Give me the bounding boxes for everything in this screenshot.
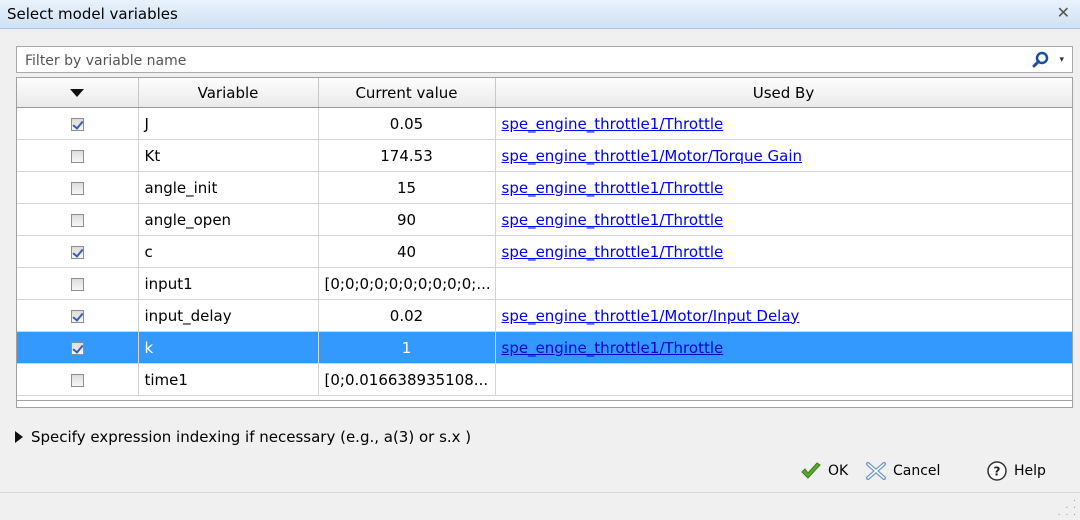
select-all-column-header[interactable] [17, 78, 139, 108]
sort-arrow-icon [70, 89, 85, 97]
filter-box: ▾ [16, 46, 1073, 73]
variable-cell[interactable]: angle_open [138, 203, 319, 236]
variable-cell[interactable]: k [138, 331, 319, 364]
used-by-cell: spe_engine_throttle1/Throttle [495, 331, 1072, 364]
row-checkbox-cell [17, 107, 139, 140]
used-by-link[interactable]: spe_engine_throttle1/Throttle [502, 243, 724, 261]
current-value-cell[interactable]: 1 [318, 331, 496, 364]
used-by-cell [495, 363, 1072, 396]
used-by-link[interactable]: spe_engine_throttle1/Throttle [502, 179, 724, 197]
row-checkbox[interactable] [70, 373, 84, 387]
row-checkbox-cell [17, 203, 139, 236]
table-row[interactable]: k 1 spe_engine_throttle1/Throttle [17, 331, 1072, 364]
used-by-link[interactable]: spe_engine_throttle1/Throttle [502, 211, 724, 229]
row-checkbox[interactable] [70, 245, 84, 259]
current-value-cell[interactable]: 15 [318, 171, 496, 204]
table-row[interactable]: input1 [0;0;0;0;0;0;0;0;0;0;... [17, 267, 1072, 300]
table-row[interactable]: c 40 spe_engine_throttle1/Throttle [17, 235, 1072, 268]
help-button[interactable]: ? Help [986, 458, 1046, 484]
row-checkbox-cell [17, 363, 139, 396]
search-options-button[interactable]: ▾ [1026, 49, 1068, 70]
table-row[interactable]: J 0.05 spe_engine_throttle1/Throttle [17, 107, 1072, 140]
ok-button[interactable]: OK [800, 458, 848, 484]
used-by-cell: spe_engine_throttle1/Throttle [495, 107, 1072, 140]
row-checkbox[interactable] [70, 277, 84, 291]
row-checkbox-cell [17, 331, 139, 364]
filter-input[interactable] [23, 49, 987, 72]
used-by-link[interactable]: spe_engine_throttle1/Motor/Input Delay [502, 307, 800, 325]
variable-cell[interactable]: time1 [138, 363, 319, 396]
used-by-cell [495, 267, 1072, 300]
used-by-link[interactable]: spe_engine_throttle1/Motor/Torque Gain [502, 147, 803, 165]
current-value-cell[interactable]: 40 [318, 235, 496, 268]
title-bar: Select model variables ✕ [0, 0, 1080, 29]
ok-label: OK [828, 463, 849, 479]
row-checkbox-cell [17, 139, 139, 172]
row-checkbox[interactable] [70, 117, 84, 131]
expression-hint-text: Specify expression indexing if necessary… [31, 428, 472, 446]
variables-table: Variable Current value Used By J 0.05 spe_… [16, 77, 1073, 408]
svg-text:?: ? [994, 465, 1001, 479]
row-checkbox-cell [17, 235, 139, 268]
used-by-cell: spe_engine_throttle1/Motor/Torque Gain [495, 139, 1072, 172]
current-value-column-header[interactable]: Current value [318, 78, 496, 108]
row-checkbox[interactable] [70, 341, 84, 355]
current-value-cell[interactable]: [0;0;0;0;0;0;0;0;0;0;... [318, 267, 496, 300]
current-value-cell[interactable]: [0;0.016638935108... [318, 363, 496, 396]
table-row[interactable]: angle_init 15 spe_engine_throttle1/Throttl… [17, 171, 1072, 204]
row-checkbox-cell [17, 299, 139, 332]
used-by-cell: spe_engine_throttle1/Motor/Input Delay [495, 299, 1072, 332]
table-row[interactable]: time1 [0;0.016638935108... [17, 363, 1072, 396]
row-checkbox[interactable] [70, 149, 84, 163]
expression-indexing-toggle[interactable]: Specify expression indexing if necessary… [15, 428, 471, 446]
row-checkbox[interactable] [70, 213, 84, 227]
current-value-cell[interactable]: 0.02 [318, 299, 496, 332]
row-checkbox[interactable] [70, 181, 84, 195]
close-icon[interactable]: ✕ [1057, 3, 1070, 22]
cancel-label: Cancel [893, 463, 941, 479]
window-title: Select model variables [7, 5, 178, 23]
search-icon [1032, 51, 1049, 68]
status-bar: .. .. . . [0, 492, 1080, 520]
cancel-button[interactable]: Cancel [865, 458, 940, 484]
variable-cell[interactable]: c [138, 235, 319, 268]
row-checkbox[interactable] [70, 309, 84, 323]
variable-cell[interactable]: angle_init [138, 171, 319, 204]
checkmark-icon [801, 462, 821, 479]
variable-cell[interactable]: J [138, 107, 319, 140]
used-by-cell: spe_engine_throttle1/Throttle [495, 171, 1072, 204]
variable-column-header[interactable]: Variable [138, 78, 319, 108]
row-checkbox-cell [17, 267, 139, 300]
help-label: Help [1014, 463, 1046, 479]
row-checkbox-cell [17, 171, 139, 204]
used-by-link[interactable]: spe_engine_throttle1/Throttle [502, 115, 724, 133]
used-by-cell: spe_engine_throttle1/Throttle [495, 203, 1072, 236]
used-by-column-header[interactable]: Used By [495, 78, 1072, 108]
resize-grip-icon[interactable]: .. .. . . [1058, 495, 1077, 518]
table-header: Variable Current value Used By [17, 78, 1072, 108]
variable-cell[interactable]: input_delay [138, 299, 319, 332]
cancel-x-icon [866, 462, 886, 480]
expand-triangle-icon [15, 431, 23, 443]
help-icon: ? [987, 461, 1007, 481]
table-row[interactable]: angle_open 90 spe_engine_throttle1/Throttl… [17, 203, 1072, 236]
table-row[interactable]: Kt 174.53 spe_engine_throttle1/Motor/Torqu… [17, 139, 1072, 172]
chevron-down-icon: ▾ [1059, 55, 1064, 65]
variable-cell[interactable]: input1 [138, 267, 319, 300]
used-by-cell: spe_engine_throttle1/Throttle [495, 235, 1072, 268]
table-row[interactable]: input_delay 0.02 spe_engine_throttle1/Moto… [17, 299, 1072, 332]
table-footer-bar [16, 400, 1073, 408]
used-by-link[interactable]: spe_engine_throttle1/Throttle [502, 339, 724, 357]
variable-cell[interactable]: Kt [138, 139, 319, 172]
current-value-cell[interactable]: 174.53 [318, 139, 496, 172]
current-value-cell[interactable]: 0.05 [318, 107, 496, 140]
current-value-cell[interactable]: 90 [318, 203, 496, 236]
